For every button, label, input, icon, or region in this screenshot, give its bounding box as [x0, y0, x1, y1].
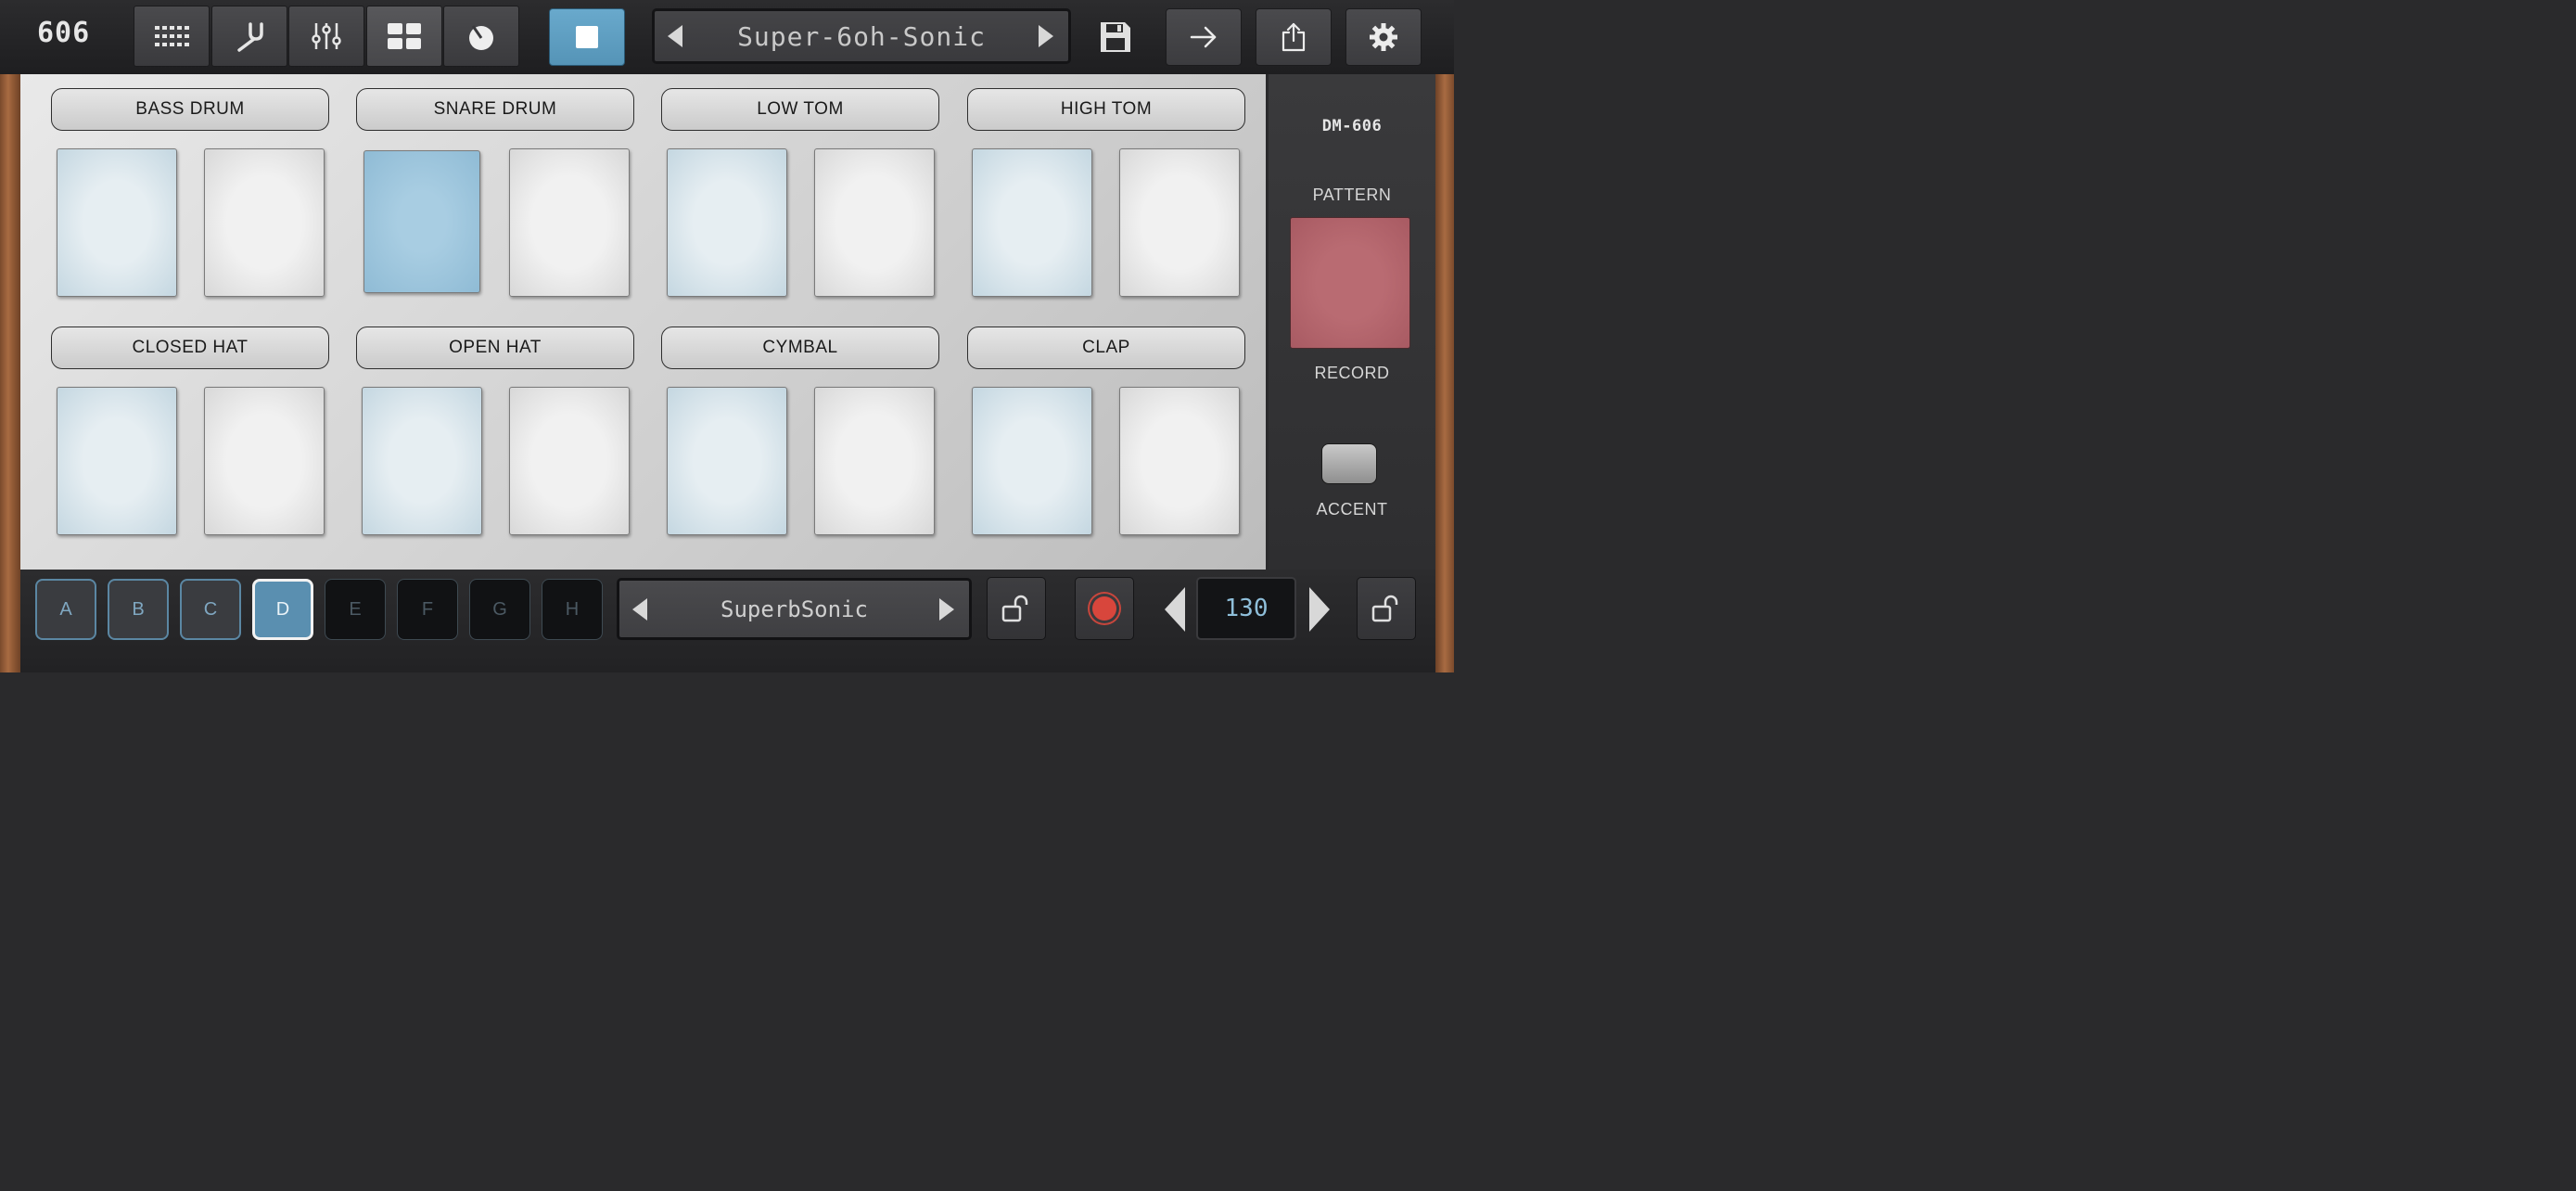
tab-knobs[interactable]: [443, 6, 519, 67]
bank-button-b[interactable]: B: [108, 579, 169, 640]
kit-next-button[interactable]: [939, 598, 954, 621]
bank-button-f[interactable]: F: [397, 579, 458, 640]
pad-panel: BASS DRUM SNARE DRUM LOW TOM HIGH TOM CL…: [20, 74, 1266, 570]
wood-side-left: [0, 0, 20, 672]
instrument-label-cymbal[interactable]: CYMBAL: [661, 327, 939, 369]
tempo-increase-button[interactable]: [1309, 587, 1330, 632]
tuning-fork-icon: [237, 22, 263, 52]
pad-high-tom-normal[interactable]: [972, 148, 1092, 297]
unlock-icon: [1371, 595, 1398, 622]
pattern-name: Super-6oh-Sonic: [737, 20, 986, 52]
gear-icon: [1370, 23, 1397, 51]
pad-cymbal-normal[interactable]: [667, 387, 787, 535]
app-logo: 606: [37, 17, 91, 49]
tempo-decrease-button[interactable]: [1165, 587, 1185, 632]
pad-snare-drum-accent[interactable]: [509, 148, 630, 297]
instrument-label-open-hat[interactable]: OPEN HAT: [356, 327, 634, 369]
side-panel: DM-606 PATTERN RECORD ACCENT: [1269, 74, 1435, 570]
arrow-right-icon: [1190, 26, 1217, 48]
bank-button-c[interactable]: C: [180, 579, 241, 640]
instrument-label-snare-drum[interactable]: SNARE DRUM: [356, 88, 634, 131]
accent-label: ACCENT: [1316, 500, 1388, 519]
tab-tuning[interactable]: [211, 6, 287, 67]
pattern-label: PATTERN: [1312, 186, 1392, 204]
share-icon: [1282, 22, 1306, 52]
instrument-label-high-tom[interactable]: HIGH TOM: [967, 88, 1245, 131]
pad-snare-drum-normal[interactable]: [363, 150, 480, 293]
record-icon: [1092, 596, 1116, 621]
instrument-label-closed-hat[interactable]: CLOSED HAT: [51, 327, 329, 369]
pattern-next-button[interactable]: [1039, 25, 1053, 47]
unlock-icon: [1001, 595, 1028, 622]
settings-button[interactable]: [1345, 8, 1422, 66]
tab-pads[interactable]: [366, 6, 442, 67]
model-name: DM-606: [1321, 117, 1383, 135]
kit-display: SuperbSonic: [617, 578, 972, 640]
pad-low-tom-normal[interactable]: [667, 148, 787, 297]
tab-step-sequencer[interactable]: [134, 6, 210, 67]
pad-open-hat-normal[interactable]: [362, 387, 482, 535]
accent-button[interactable]: [1321, 443, 1377, 484]
pattern-display: Super-6oh-Sonic: [652, 8, 1071, 64]
bank-button-g[interactable]: G: [469, 579, 530, 640]
top-toolbar: 606 Super-6oh-Sonic: [0, 0, 1454, 74]
tempo-lock-button[interactable]: [1357, 577, 1416, 640]
kit-name: SuperbSonic: [721, 596, 868, 622]
pad-closed-hat-normal[interactable]: [57, 387, 177, 535]
pad-bass-drum-normal[interactable]: [57, 148, 177, 297]
wood-side-right: [1435, 0, 1454, 672]
instrument-label-bass-drum[interactable]: BASS DRUM: [51, 88, 329, 131]
pad-open-hat-accent[interactable]: [509, 387, 630, 535]
instrument-label-low-tom[interactable]: LOW TOM: [661, 88, 939, 131]
pads-grid-icon: [388, 23, 421, 49]
record-button[interactable]: [1075, 577, 1134, 640]
stop-button[interactable]: [549, 8, 625, 66]
pad-high-tom-accent[interactable]: [1119, 148, 1240, 297]
mixer-sliders-icon: [312, 23, 341, 49]
pad-bass-drum-accent[interactable]: [204, 148, 325, 297]
instrument-label-clap[interactable]: CLAP: [967, 327, 1245, 369]
tab-mixer[interactable]: [288, 6, 364, 67]
forward-button[interactable]: [1166, 8, 1242, 66]
pattern-prev-button[interactable]: [668, 25, 682, 47]
bank-button-h[interactable]: H: [542, 579, 603, 640]
pad-clap-accent[interactable]: [1119, 387, 1240, 535]
step-grid-icon: [155, 26, 189, 46]
tempo-display: 130: [1196, 577, 1296, 640]
record-label: RECORD: [1314, 364, 1390, 382]
stop-icon: [576, 26, 598, 48]
pad-cymbal-accent[interactable]: [814, 387, 935, 535]
share-button[interactable]: [1256, 8, 1332, 66]
pad-low-tom-accent[interactable]: [814, 148, 935, 297]
pad-clap-normal[interactable]: [972, 387, 1092, 535]
bank-button-e[interactable]: E: [325, 579, 386, 640]
save-icon[interactable]: [1099, 20, 1132, 54]
knob-icon: [469, 25, 493, 50]
bank-button-d[interactable]: D: [252, 579, 313, 640]
kit-lock-button[interactable]: [987, 577, 1046, 640]
record-pad[interactable]: [1290, 217, 1410, 349]
kit-prev-button[interactable]: [632, 598, 647, 621]
bank-button-a[interactable]: A: [35, 579, 96, 640]
pad-closed-hat-accent[interactable]: [204, 387, 325, 535]
